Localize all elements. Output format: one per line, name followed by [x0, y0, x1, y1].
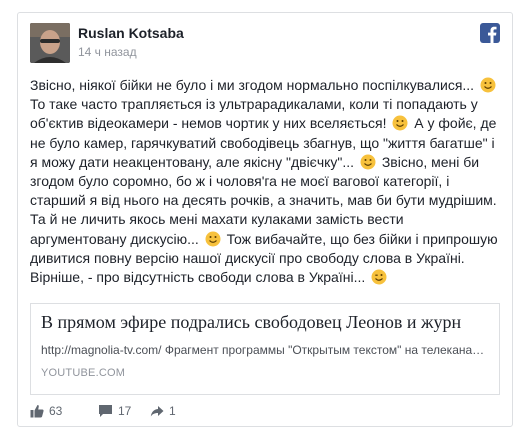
like-action[interactable]: 63: [30, 401, 62, 421]
post-footer: 63 17 1: [30, 401, 500, 421]
comment-icon: [99, 405, 112, 417]
comment-count: 17: [118, 404, 132, 418]
post-text-part: Звісно, ніякої бійки не було і ми згодом…: [30, 77, 478, 93]
share-action[interactable]: 1: [150, 401, 176, 421]
link-preview-card[interactable]: В прямом эфире подрались свободовец Леон…: [30, 303, 500, 395]
comment-action[interactable]: 17: [98, 401, 131, 421]
smile-emoji-icon: [480, 77, 496, 93]
avatar-photo: [30, 23, 70, 63]
like-count: 63: [49, 404, 63, 418]
facebook-post-card: Ruslan Kotsaba 14 ч назад Звісно, ніякої…: [17, 12, 513, 427]
smile-emoji-icon: [392, 115, 408, 131]
thumbs-up-icon: [30, 405, 44, 418]
share-arrow-icon: [150, 406, 164, 417]
avatar[interactable]: [30, 23, 70, 63]
link-preview-title[interactable]: В прямом эфире подрались свободовец Леон…: [41, 312, 499, 333]
link-preview-domain: YOUTUBE.COM: [41, 367, 126, 379]
link-preview-description: http://magnolia-tv.com/ Фрагмент програм…: [41, 343, 485, 357]
facebook-logo-icon[interactable]: [480, 23, 500, 43]
post-header: Ruslan Kotsaba 14 ч назад: [18, 13, 512, 69]
post-text: Звісно, ніякої бійки не було і ми згодом…: [30, 76, 500, 287]
wink-emoji-icon: [371, 269, 387, 285]
smile-emoji-icon: [360, 154, 376, 170]
post-timestamp[interactable]: 14 ч назад: [78, 45, 137, 59]
author-name[interactable]: Ruslan Kotsaba: [78, 25, 184, 41]
share-count: 1: [169, 404, 176, 418]
smile-emoji-icon: [205, 231, 221, 247]
